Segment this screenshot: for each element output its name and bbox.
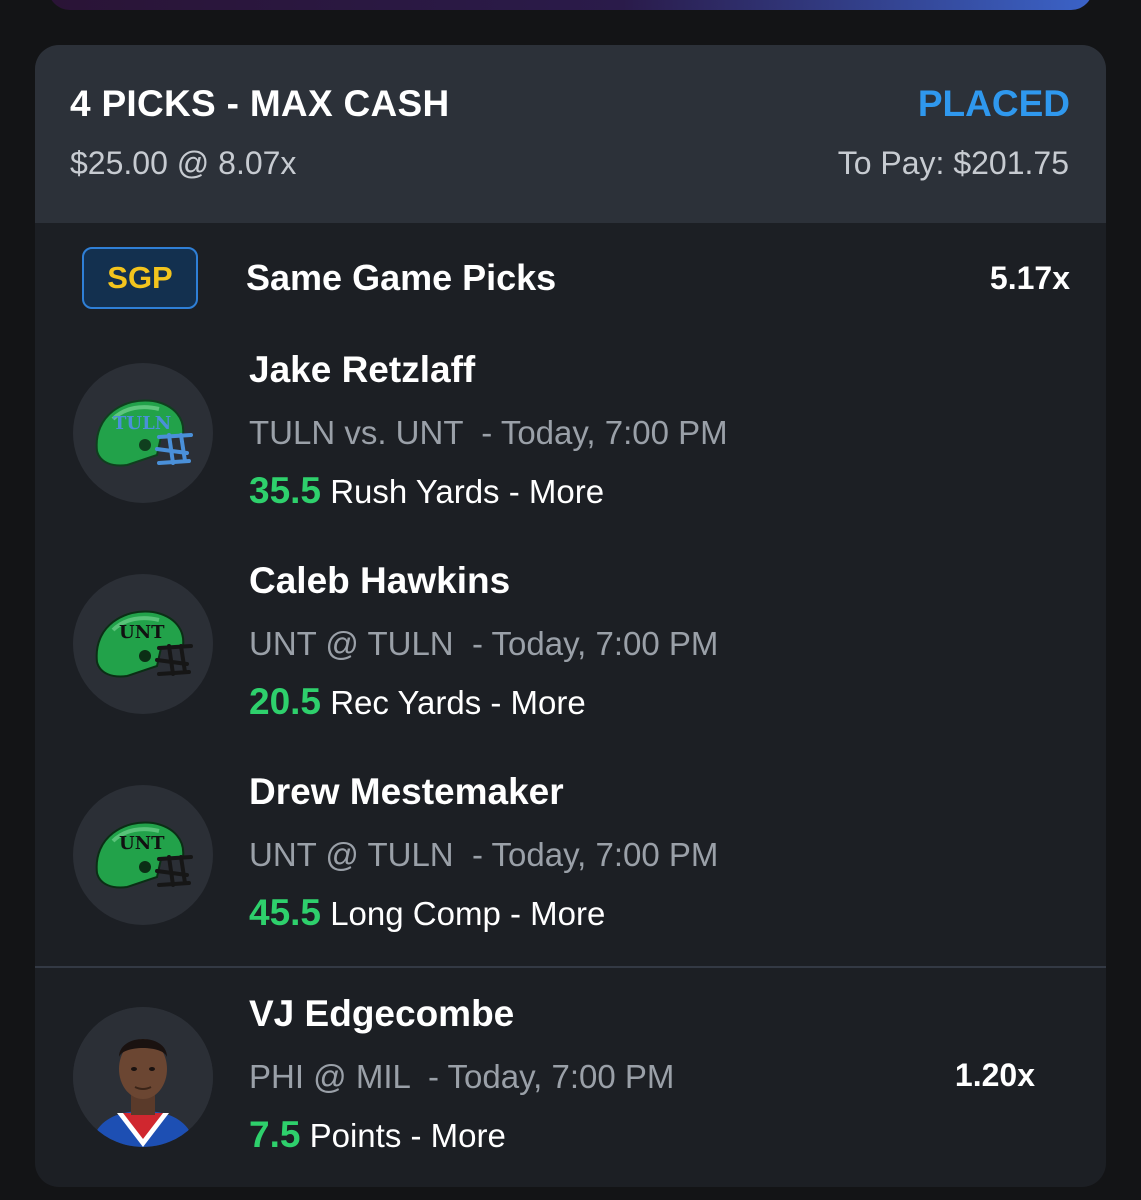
pick-row[interactable]: UNT Drew Mestemaker UNT @ TULN - Today, … — [35, 771, 1106, 985]
top-banner — [48, 0, 1093, 10]
unt-helmet-icon: UNT — [73, 785, 213, 925]
pick-row[interactable]: UNT Caleb Hawkins UNT @ TULN - Today, 7:… — [35, 560, 1106, 774]
prop-line: 35.5 Rush Yards - More — [249, 470, 605, 511]
entry-wager: $25.00 @ 8.07x — [70, 145, 297, 181]
entry-title: 4 PICKS - MAX CASH — [70, 83, 450, 124]
pick-multiplier: 1.20x — [954, 1057, 1035, 1093]
entry-card[interactable]: 4 PICKS - MAX CASH $25.00 @ 8.07x PLACED… — [35, 45, 1106, 1187]
prop-line: 45.5 Long Comp - More — [249, 892, 606, 933]
prop-line: 20.5 Rec Yards - More — [249, 681, 586, 722]
player-name: Caleb Hawkins — [249, 560, 511, 601]
sgp-title: Same Game Picks — [246, 257, 557, 298]
player-name: Jake Retzlaff — [249, 349, 476, 390]
sgp-badge: SGP — [82, 247, 198, 309]
unt-helmet-icon: UNT — [73, 574, 213, 714]
entry-header: 4 PICKS - MAX CASH $25.00 @ 8.07x PLACED… — [35, 45, 1106, 223]
sgp-multiplier: 5.17x — [989, 260, 1070, 296]
pick-row[interactable]: VJ Edgecombe PHI @ MIL - Today, 7:00 PM … — [35, 993, 1106, 1187]
player-headshot-icon — [73, 1007, 213, 1147]
game-info: UNT @ TULN - Today, 7:00 PM — [249, 625, 719, 662]
player-name: Drew Mestemaker — [249, 771, 564, 812]
pick-row[interactable]: TULN Jake Retzlaff TULN vs. UNT - Today,… — [35, 349, 1106, 563]
section-divider — [35, 966, 1106, 968]
game-info: TULN vs. UNT - Today, 7:00 PM — [249, 414, 728, 451]
svg-text:UNT: UNT — [119, 622, 165, 643]
svg-text:TULN: TULN — [113, 413, 171, 434]
player-name: VJ Edgecombe — [249, 993, 515, 1034]
to-pay-amount: To Pay: $201.75 — [837, 145, 1069, 181]
status-badge: PLACED — [917, 83, 1070, 124]
svg-text:UNT: UNT — [119, 833, 165, 854]
game-info: PHI @ MIL - Today, 7:00 PM — [249, 1058, 675, 1095]
game-info: UNT @ TULN - Today, 7:00 PM — [249, 836, 719, 873]
prop-line: 7.5 Points - More — [249, 1114, 506, 1155]
tuln-helmet-icon: TULN — [73, 363, 213, 503]
